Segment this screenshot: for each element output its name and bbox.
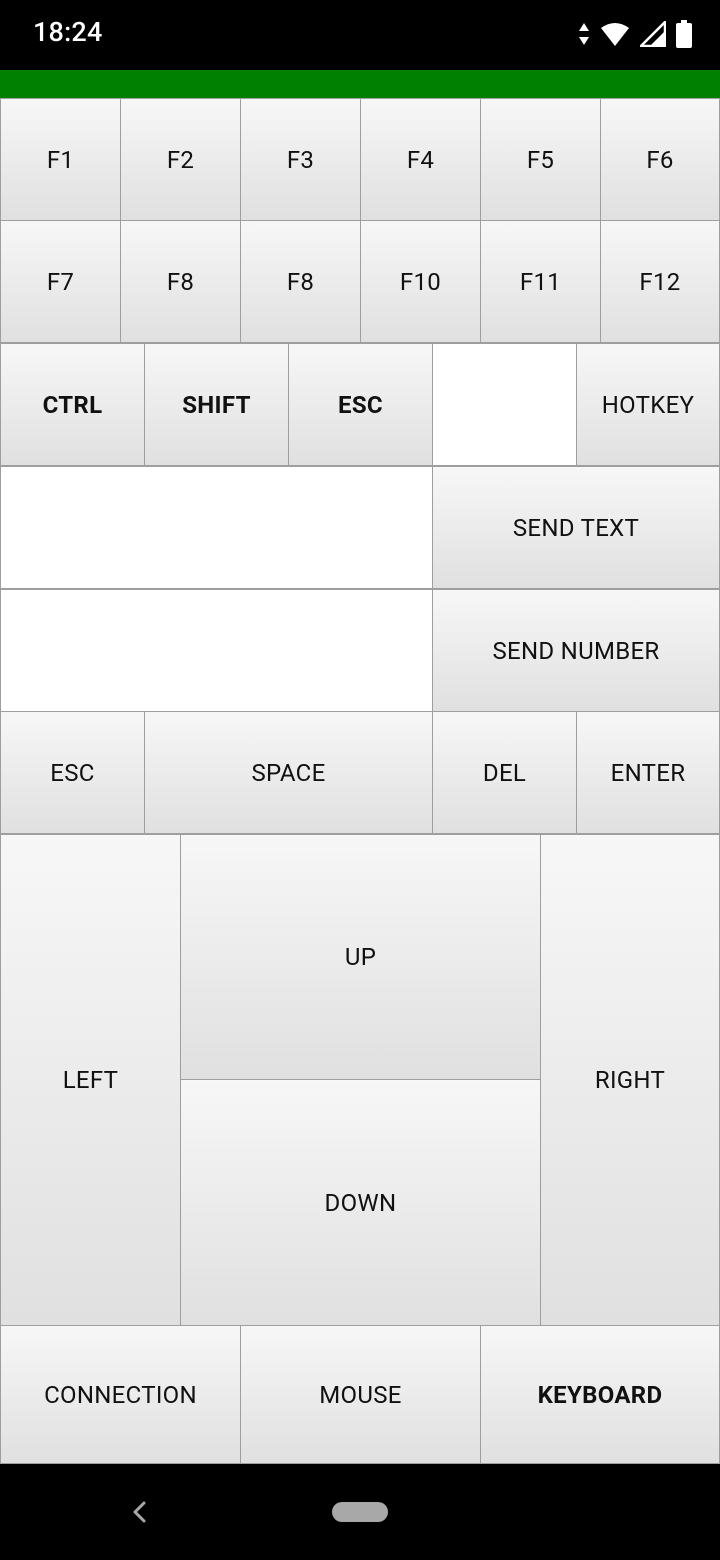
send-number-input[interactable] [1, 590, 432, 711]
shift-key[interactable]: SHIFT [144, 343, 289, 466]
wifi-badge: 4 [620, 33, 627, 46]
tab-mouse[interactable]: MOUSE [240, 1325, 481, 1464]
home-pill-icon[interactable] [332, 1502, 388, 1522]
right-arrow-key[interactable]: RIGHT [540, 834, 720, 1326]
ctrl-key[interactable]: CTRL [0, 343, 145, 466]
f9-key[interactable]: F8 [240, 220, 361, 343]
keyboard-panel: F1 F2 F3 F4 F5 F6 F7 F8 F8 F10 F11 F12 C… [0, 98, 720, 1464]
send-text-input[interactable] [1, 467, 432, 588]
esc-key[interactable]: ESC [0, 711, 145, 834]
f1-key[interactable]: F1 [0, 98, 121, 221]
f6-key[interactable]: F6 [600, 98, 720, 221]
cell-signal-icon [640, 21, 666, 47]
f3-key[interactable]: F3 [240, 98, 361, 221]
hotkey-button[interactable]: HOTKEY [576, 343, 720, 466]
tab-connection[interactable]: CONNECTION [0, 1325, 241, 1464]
status-bar: 18:24 4 [0, 0, 720, 70]
battery-icon [676, 20, 692, 48]
status-icons: 4 [578, 18, 692, 50]
f8-key[interactable]: F8 [120, 220, 241, 343]
f10-key[interactable]: F10 [360, 220, 481, 343]
space-key[interactable]: SPACE [144, 711, 433, 834]
send-number-button[interactable]: SEND NUMBER [432, 589, 720, 712]
wifi-icon: 4 [600, 21, 630, 47]
f5-key[interactable]: F5 [480, 98, 601, 221]
send-number-field [0, 589, 433, 712]
esc-modifier-key[interactable]: ESC [288, 343, 433, 466]
del-key[interactable]: DEL [432, 711, 577, 834]
tab-keyboard[interactable]: KEYBOARD [480, 1325, 720, 1464]
send-text-button[interactable]: SEND TEXT [432, 466, 720, 589]
left-arrow-key[interactable]: LEFT [0, 834, 181, 1326]
hotkey-input[interactable] [433, 344, 576, 465]
system-nav-bar [0, 1464, 720, 1560]
app-bar [0, 70, 720, 98]
up-arrow-key[interactable]: UP [180, 834, 541, 1080]
f2-key[interactable]: F2 [120, 98, 241, 221]
f11-key[interactable]: F11 [480, 220, 601, 343]
f12-key[interactable]: F12 [600, 220, 720, 343]
down-arrow-key[interactable]: DOWN [180, 1079, 541, 1326]
back-icon[interactable] [126, 1498, 154, 1526]
enter-key[interactable]: ENTER [576, 711, 720, 834]
status-time: 18:24 [33, 16, 103, 48]
screen: 18:24 4 F1 F2 F3 F4 F5 F6 F7 F8 F8 F10 F… [0, 0, 720, 1560]
f4-key[interactable]: F4 [360, 98, 481, 221]
f7-key[interactable]: F7 [0, 220, 121, 343]
data-arrows-icon [578, 22, 590, 46]
hotkey-input-field [432, 343, 577, 466]
send-text-field [0, 466, 433, 589]
